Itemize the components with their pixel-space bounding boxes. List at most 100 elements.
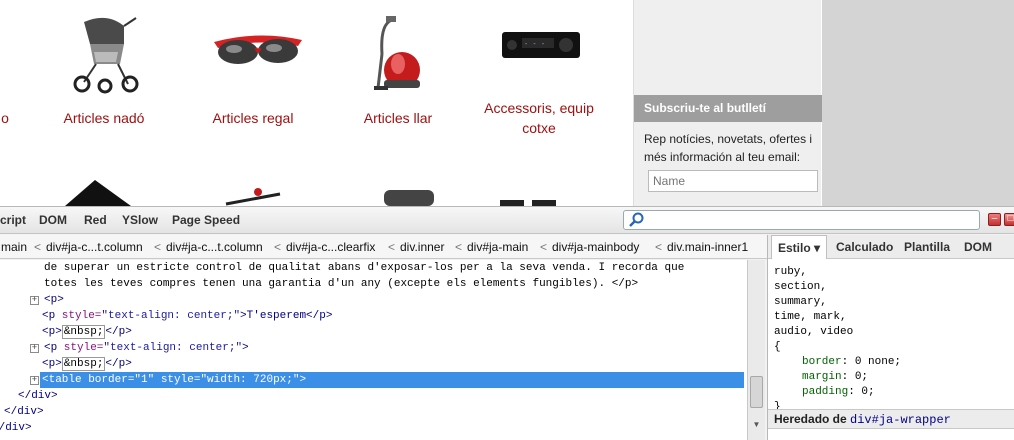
html-node[interactable]: <p> (44, 292, 64, 308)
tab-layout[interactable]: Plantilla (904, 235, 950, 259)
html-node[interactable]: </div> (18, 388, 58, 404)
vacuum-cleaner-icon[interactable] (372, 14, 432, 92)
html-attr-value: "width: 720px;" (200, 374, 300, 386)
css-selector-line: ruby, (774, 266, 808, 278)
scrollbar-thumb[interactable] (750, 376, 763, 408)
breadcrumb-separator: < (655, 240, 663, 254)
css-value[interactable]: 0; (861, 386, 874, 398)
stroller-icon[interactable] (72, 14, 142, 94)
css-declaration[interactable]: padding: 0; (774, 385, 1009, 400)
css-selector-line: summary, (774, 296, 827, 308)
product-baby-articles[interactable]: Articles nadó (52, 108, 156, 128)
css-value[interactable]: 0; (855, 371, 868, 383)
scroll-down-arrow-icon[interactable]: ▼ (750, 420, 763, 434)
breadcrumb-separator: < (388, 240, 396, 254)
breadcrumb-separator: < (274, 240, 282, 254)
breadcrumb: main < div#ja-c...t.column < div#ja-c...… (0, 235, 767, 259)
svg-text:- - -: - - - (524, 40, 545, 48)
css-value[interactable]: 0 none; (855, 356, 901, 368)
breadcrumb-item[interactable]: main (1, 235, 27, 258)
breadcrumb-item[interactable]: div#ja-mainbody (552, 235, 639, 258)
html-attr: style= (154, 374, 201, 386)
inherited-from-header: Heredado de div#ja-wrapper (768, 409, 1014, 429)
nbsp-entity: &nbsp; (61, 357, 106, 371)
html-tag: <table (42, 374, 82, 386)
page-background-right (822, 0, 1014, 206)
tab-net[interactable]: Red (84, 213, 107, 227)
product-gift-articles[interactable]: Articles regal (200, 108, 306, 128)
product-label[interactable]: Articles llar (350, 108, 446, 128)
html-node[interactable]: </div> (0, 420, 32, 436)
html-tag: <p> (42, 326, 62, 338)
html-attr: style= (55, 310, 102, 322)
html-tag: > (242, 342, 249, 354)
css-brace-open: { (774, 341, 781, 353)
html-tag: </p> (105, 326, 132, 338)
css-selector-line: time, mark, (774, 311, 847, 323)
breadcrumb-item[interactable]: div.inner (400, 235, 444, 258)
product-label-line2[interactable]: cotxe (470, 118, 608, 138)
product-label[interactable]: Articles nadó (52, 108, 156, 128)
product-label[interactable]: Articles regal (200, 108, 306, 128)
partial-product-image (65, 180, 131, 206)
breadcrumb-item[interactable]: div#ja-c...t.column (46, 235, 143, 258)
inherited-element-link[interactable]: div#ja-wrapper (850, 413, 951, 427)
inherited-label: Heredado de (774, 412, 847, 426)
car-stereo-icon[interactable]: - - - (500, 30, 582, 60)
html-panel-scrollbar[interactable]: ▼ (747, 260, 765, 440)
tab-page-speed[interactable]: Page Speed (172, 213, 240, 227)
firebug-search-box[interactable] (623, 210, 980, 230)
css-selector-line: audio, video (774, 326, 854, 338)
breadcrumb-separator: < (455, 240, 463, 254)
firebug-panel: cript DOM Red YSlow Page Speed – □ main … (0, 206, 1014, 440)
breadcrumb-item[interactable]: div.main-inner1 (667, 235, 748, 258)
html-attr-value: "text-align: center;" (103, 342, 243, 354)
product-label-line1[interactable]: Accessoris, equip (470, 98, 608, 118)
html-node[interactable]: <p> &nbsp; </p> (42, 324, 132, 340)
html-node[interactable]: <p> &nbsp; </p> (42, 356, 132, 372)
html-tag: >T'esperem</p> (240, 310, 333, 322)
newsletter-name-input[interactable] (648, 170, 818, 192)
expand-toggle[interactable]: + (30, 376, 39, 385)
breadcrumb-separator: < (154, 240, 162, 254)
newsletter-heading: Subscriu-te al butlletí (634, 95, 822, 122)
css-property[interactable]: border (802, 356, 842, 368)
css-declaration[interactable]: border: 0 none; (774, 355, 1009, 370)
html-tag: <p (44, 342, 58, 354)
product-car-accessories[interactable]: Accessoris, equip cotxe (470, 98, 608, 138)
html-node-selected[interactable]: <table border="1" style="width: 720px;"> (40, 372, 744, 388)
html-text-line: de superar un estricte control de qualit… (44, 262, 685, 274)
tab-style[interactable]: Estilo ▾ (771, 235, 828, 259)
html-attr-value: "text-align: center;" (101, 310, 241, 322)
product-label[interactable]: o (0, 108, 10, 128)
product-partial[interactable]: o (0, 108, 10, 128)
tab-side-dom[interactable]: DOM (964, 235, 992, 259)
html-tag: </p> (105, 358, 132, 370)
detach-firebug-button[interactable]: □ (1004, 213, 1014, 226)
sunglasses-icon[interactable] (212, 30, 304, 70)
newsletter-description: Rep notícies, novetats, ofertes i més in… (644, 132, 813, 164)
tab-yslow[interactable]: YSlow (122, 213, 158, 227)
tab-script[interactable]: cript (0, 213, 26, 227)
css-rule: ruby, section, summary, time, mark, audi… (774, 265, 1009, 415)
partial-product-image (225, 188, 281, 206)
html-node[interactable]: <p style="text-align: center;"> (44, 340, 249, 356)
css-property[interactable]: margin (802, 371, 842, 383)
expand-toggle[interactable]: + (30, 296, 39, 305)
html-attr: border= (81, 374, 135, 386)
html-tag: > (299, 374, 307, 386)
html-node[interactable]: </div> (4, 404, 44, 420)
close-firebug-button[interactable]: – (988, 213, 1001, 226)
breadcrumb-item[interactable]: div#ja-main (467, 235, 528, 258)
search-icon (629, 212, 644, 227)
tab-dom[interactable]: DOM (39, 213, 67, 227)
html-node[interactable]: <p style="text-align: center;">T'esperem… (42, 308, 332, 324)
html-tree-panel: de superar un estricte control de qualit… (0, 260, 747, 440)
breadcrumb-item[interactable]: div#ja-c...t.column (166, 235, 263, 258)
css-declaration[interactable]: margin: 0; (774, 370, 1009, 385)
product-home-articles[interactable]: Articles llar (350, 108, 446, 128)
css-property[interactable]: padding (802, 386, 848, 398)
tab-computed[interactable]: Calculado (836, 235, 893, 259)
expand-toggle[interactable]: + (30, 344, 39, 353)
breadcrumb-item[interactable]: div#ja-c...clearfix (286, 235, 375, 258)
